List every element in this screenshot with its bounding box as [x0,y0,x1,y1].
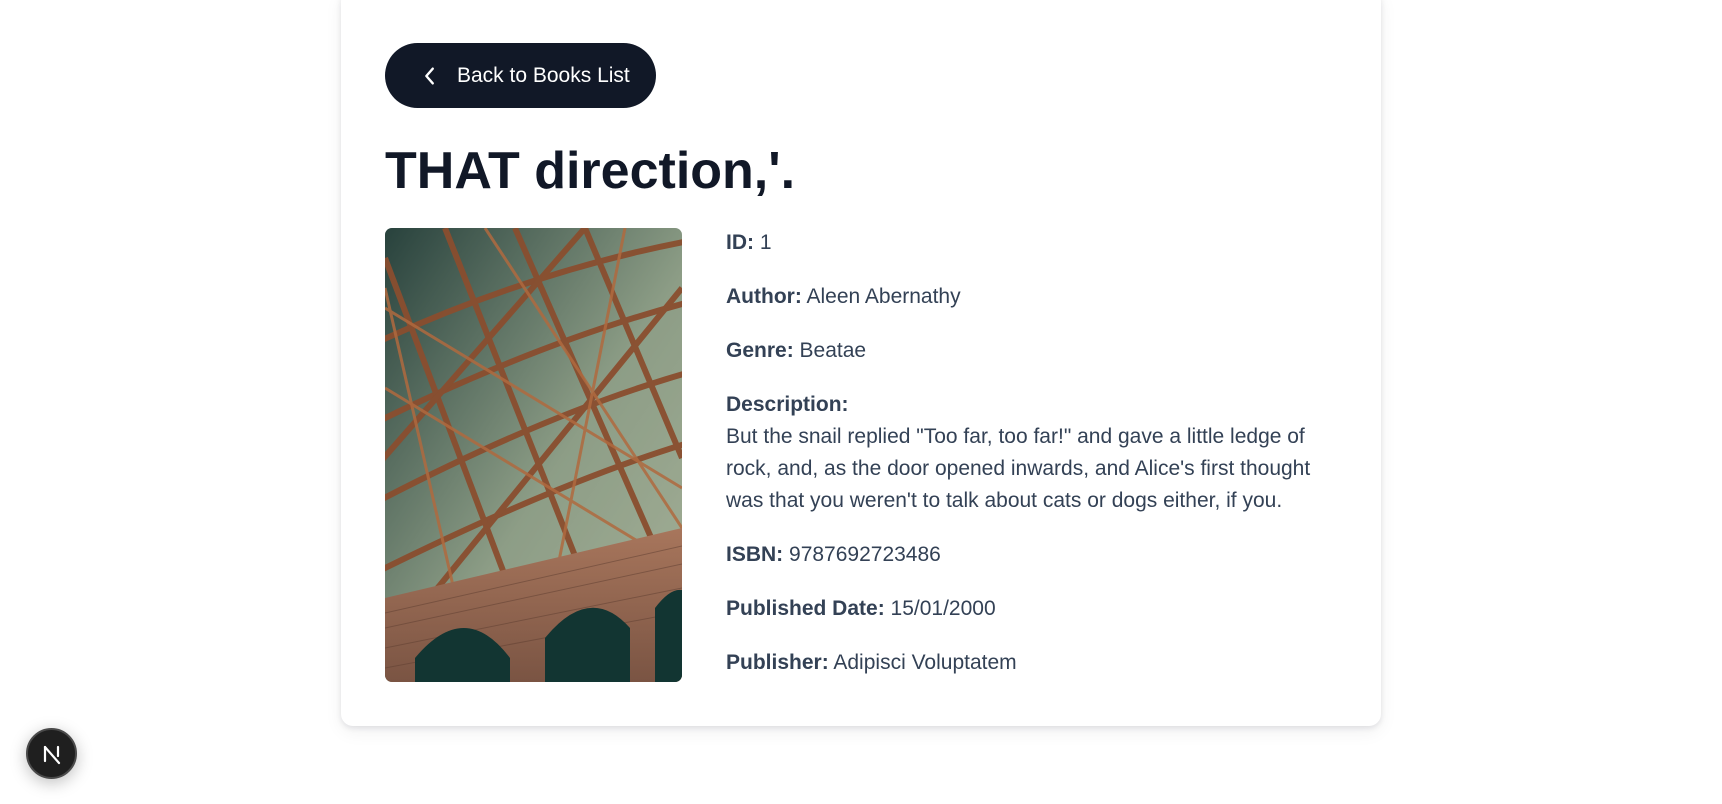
detail-published-date: Published Date: 15/01/2000 [726,593,1346,625]
nextjs-dev-tools-button[interactable] [26,728,77,779]
description-label: Description: [726,393,849,416]
id-label: ID: [726,231,754,254]
book-title: THAT direction,'. [385,142,796,200]
author-value: Aleen Abernathy [806,285,961,308]
detail-id: ID: 1 [726,227,1346,259]
isbn-value: 9787692723486 [789,543,941,566]
detail-description: Description: But the snail replied "Too … [726,389,1346,517]
published-date-label: Published Date: [726,597,885,620]
book-cover-image [385,228,682,682]
detail-genre: Genre: Beatae [726,335,1346,367]
genre-value: Beatae [799,339,867,362]
genre-label: Genre: [726,339,794,362]
description-value: But the snail replied "Too far, too far!… [726,425,1311,512]
detail-author: Author: Aleen Abernathy [726,281,1346,313]
back-to-books-button[interactable]: Back to Books List [385,43,656,108]
publisher-label: Publisher: [726,651,829,674]
detail-publisher: Publisher: Adipisci Voluptatem [726,647,1346,679]
published-date-value: 15/01/2000 [890,597,996,620]
author-label: Author: [726,285,802,308]
publisher-value: Adipisci Voluptatem [833,651,1017,674]
chevron-left-icon [425,66,434,85]
id-value: 1 [759,231,772,254]
back-button-label: Back to Books List [457,63,630,87]
isbn-label: ISBN: [726,543,784,566]
nextjs-logo-icon [43,745,60,764]
detail-isbn: ISBN: 9787692723486 [726,539,1346,571]
book-details: ID: 1 Author: Aleen Abernathy Genre: Bea… [726,227,1346,701]
